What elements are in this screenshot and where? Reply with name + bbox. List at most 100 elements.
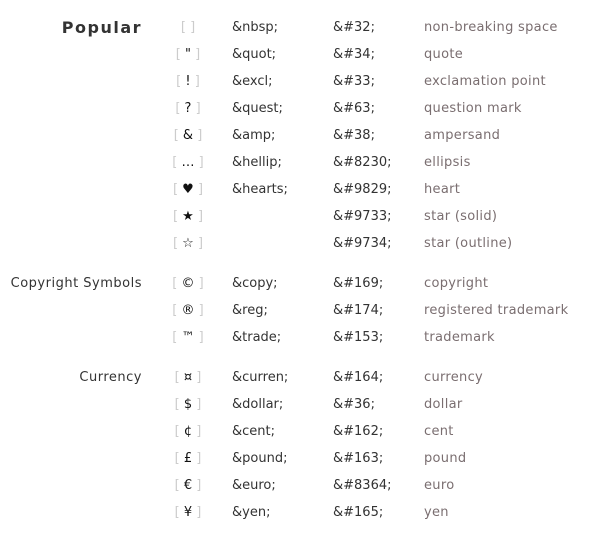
entity-name: &reg; xyxy=(232,303,268,318)
character-preview: [ € ] xyxy=(174,478,202,493)
entity-description: currency xyxy=(424,370,484,385)
entity-name: &curren; xyxy=(232,370,289,385)
character-preview: [ … ] xyxy=(172,155,204,170)
entity-row: [ ♥ ] &hearts; &#9829; heart xyxy=(0,176,600,203)
entity-name: &yen; xyxy=(232,505,271,520)
entity-code: &#174; xyxy=(333,303,384,318)
entity-description: pound xyxy=(424,451,467,466)
entity-code: &#63; xyxy=(333,101,375,116)
entity-row: [ € ] &euro; &#8364; euro xyxy=(0,472,600,499)
entity-description: non-breaking space xyxy=(424,20,558,35)
entity-row: [ ☆ ] &#9734; star (outline) xyxy=(0,230,600,257)
entity-code: &#9733; xyxy=(333,209,392,224)
entity-row: [ ! ] &excl; &#33; exclamation point xyxy=(0,68,600,95)
character: £ xyxy=(183,451,193,466)
character-preview: [ ¤ ] xyxy=(174,370,202,385)
entity-description: copyright xyxy=(424,276,489,291)
entity-name: &cent; xyxy=(232,424,275,439)
entity-row: [ $ ] &dollar; &#36; dollar xyxy=(0,391,600,418)
character: ¥ xyxy=(183,505,193,520)
entity-description: heart xyxy=(424,182,461,197)
entity-name: &quest; xyxy=(232,101,283,116)
character: & xyxy=(182,128,194,143)
character: … xyxy=(181,155,195,170)
character: $ xyxy=(183,397,193,412)
entity-code: &#169; xyxy=(333,276,384,291)
entity-code: &#32; xyxy=(333,20,375,35)
character: ♥ xyxy=(182,182,194,197)
entity-name: &excl; xyxy=(232,74,273,89)
character: © xyxy=(181,276,195,291)
character-preview: [ © ] xyxy=(172,276,204,291)
character-preview: [ & ] xyxy=(173,128,203,143)
entity-description: star (solid) xyxy=(424,209,498,224)
entity-name: &amp; xyxy=(232,128,276,143)
entity-row: [ ® ] &reg; &#174; registered trademark xyxy=(0,297,600,324)
entity-code: &#38; xyxy=(333,128,375,143)
character-preview: [ " ] xyxy=(175,47,201,62)
entity-description: trademark xyxy=(424,330,495,345)
entity-name: &copy; xyxy=(232,276,278,291)
character-preview: [ ★ ] xyxy=(172,209,204,224)
entity-row: [ ¤ ] &curren; &#164; currency xyxy=(0,364,600,391)
entity-code: &#163; xyxy=(333,451,384,466)
entity-code: &#9734; xyxy=(333,236,392,251)
entity-name: &quot; xyxy=(232,47,277,62)
character-preview: [ £ ] xyxy=(174,451,202,466)
character: ¤ xyxy=(183,370,193,385)
entity-description: cent xyxy=(424,424,454,439)
character: ® xyxy=(181,303,195,318)
character-preview: [ ® ] xyxy=(172,303,204,318)
entity-code: &#153; xyxy=(333,330,384,345)
entity-name: &euro; xyxy=(232,478,276,493)
entity-row: [ … ] &hellip; &#8230; ellipsis xyxy=(0,149,600,176)
entity-code: &#164; xyxy=(333,370,384,385)
entity-row: [ ? ] &quest; &#63; question mark xyxy=(0,95,600,122)
character: ¢ xyxy=(183,424,193,439)
entity-code: &#36; xyxy=(333,397,375,412)
entity-name: &trade; xyxy=(232,330,282,345)
character: ☆ xyxy=(182,236,194,251)
entity-description: yen xyxy=(424,505,449,520)
entity-row: [ ¥ ] &yen; &#165; yen xyxy=(0,499,600,526)
character-preview: [ ! ] xyxy=(176,74,200,89)
entity-row: [ & ] &amp; &#38; ampersand xyxy=(0,122,600,149)
entity-name: &dollar; xyxy=(232,397,284,412)
entity-code: &#162; xyxy=(333,424,384,439)
entity-name: &nbsp; xyxy=(232,20,279,35)
entity-code: &#33; xyxy=(333,74,375,89)
character-preview: [ ™ ] xyxy=(172,330,204,345)
entity-row: [ ¢ ] &cent; &#162; cent xyxy=(0,418,600,445)
character: ™ xyxy=(181,330,195,345)
entity-name: &hearts; xyxy=(232,182,288,197)
character-preview: [ ? ] xyxy=(175,101,201,116)
character-preview: [ ] xyxy=(180,20,196,35)
entity-code: &#34; xyxy=(333,47,375,62)
entity-description: star (outline) xyxy=(424,236,513,251)
character: € xyxy=(183,478,193,493)
entity-row: [ ★ ] &#9733; star (solid) xyxy=(0,203,600,230)
entity-name: &pound; xyxy=(232,451,288,466)
entity-name: &hellip; xyxy=(232,155,282,170)
section-currency: Currency[ ¤ ] &curren; &#164; currency[ $ ]… xyxy=(0,364,600,526)
character-preview: [ ¢ ] xyxy=(174,424,202,439)
entity-row: [ " ] &quot; &#34; quote xyxy=(0,41,600,68)
entity-description: exclamation point xyxy=(424,74,546,89)
entity-description: question mark xyxy=(424,101,522,116)
entity-description: registered trademark xyxy=(424,303,569,318)
entity-code: &#165; xyxy=(333,505,384,520)
section-popular: Popular[ ] &nbsp; &#32; non-breaking space[… xyxy=(0,14,600,257)
entity-description: dollar xyxy=(424,397,463,412)
character-preview: [ ¥ ] xyxy=(174,505,202,520)
entity-row: [ ™ ] &trade; &#153; trademark xyxy=(0,324,600,351)
entity-row: [ © ] &copy; &#169; copyright xyxy=(0,270,600,297)
entity-code: &#9829; xyxy=(333,182,392,197)
character-preview: [ ☆ ] xyxy=(172,236,204,251)
entity-description: euro xyxy=(424,478,455,493)
character-preview: [ ♥ ] xyxy=(172,182,204,197)
entity-code: &#8230; xyxy=(333,155,392,170)
entity-row: [ £ ] &pound; &#163; pound xyxy=(0,445,600,472)
entity-description: ellipsis xyxy=(424,155,471,170)
entity-code: &#8364; xyxy=(333,478,392,493)
character: ★ xyxy=(182,209,194,224)
